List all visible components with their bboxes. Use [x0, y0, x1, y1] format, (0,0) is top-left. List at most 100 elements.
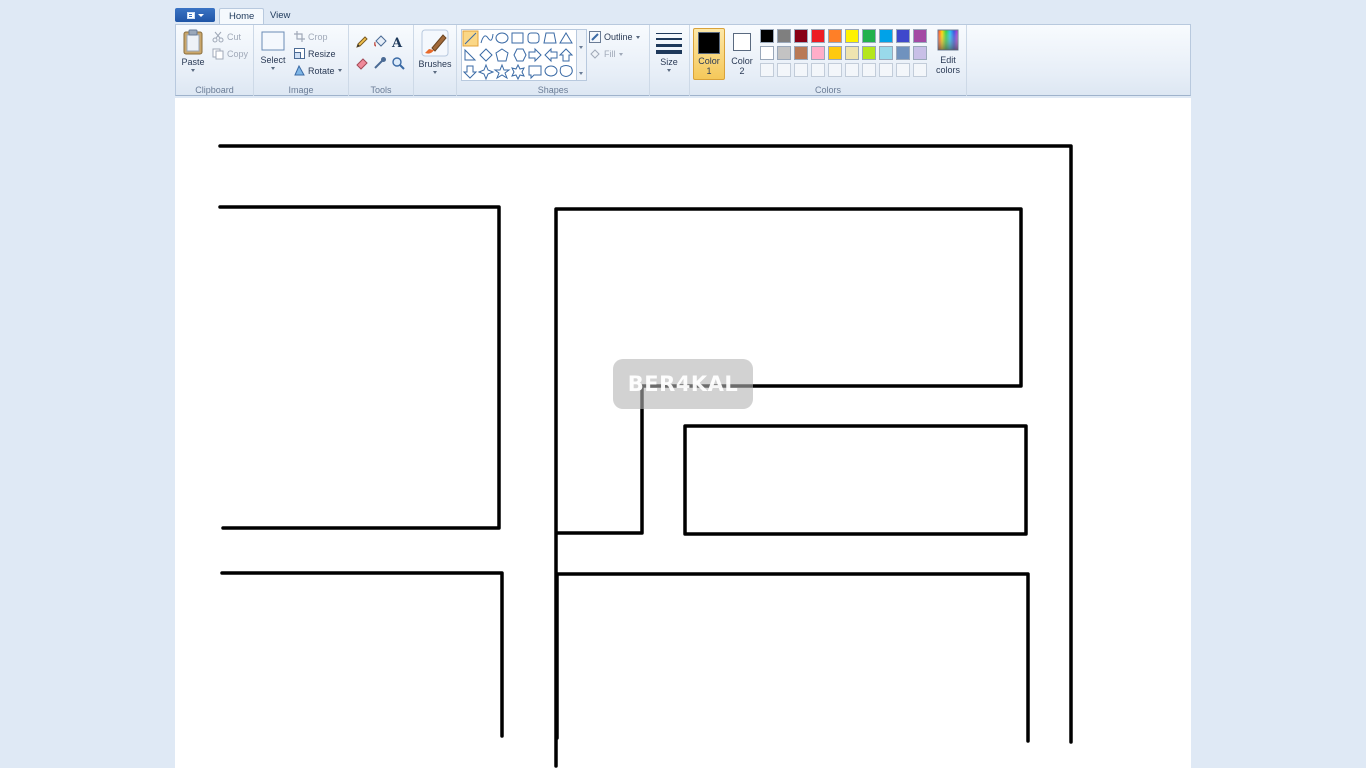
palette-custom-slot[interactable]: [794, 63, 808, 77]
color2-label-line2: 2: [739, 66, 745, 76]
six-point-star-shape-icon[interactable]: [511, 63, 525, 81]
palette-custom-slot[interactable]: [879, 63, 893, 77]
tab-view[interactable]: View: [261, 8, 299, 25]
hexagon-shape-icon[interactable]: [513, 48, 527, 62]
right-triangle-shape-icon[interactable]: [464, 48, 477, 61]
drawing-strokes: [218, 144, 1073, 768]
palette-swatch[interactable]: [760, 29, 774, 43]
size-button[interactable]: Size: [654, 31, 684, 72]
brushes-group: Brushes: [414, 25, 457, 96]
rounded-rectangle-shape-icon[interactable]: [527, 32, 540, 44]
color1-label-line1: Color: [698, 56, 720, 66]
fill-button[interactable]: Fill: [589, 48, 623, 60]
select-rectangle-icon: [261, 31, 285, 51]
palette-swatch[interactable]: [896, 46, 910, 60]
clipboard-group-label: Clipboard: [195, 85, 234, 95]
oval-callout-shape-icon[interactable]: [544, 65, 558, 77]
resize-button[interactable]: Resize: [294, 48, 336, 59]
chevron-down-icon: [667, 69, 671, 72]
copy-button[interactable]: Copy: [212, 48, 248, 60]
pentagon-shape-icon[interactable]: [495, 48, 509, 62]
palette-swatch[interactable]: [913, 46, 927, 60]
palette-swatch[interactable]: [777, 29, 791, 43]
ribbon: Paste Cut Copy Clipboard Select Crop Res…: [175, 24, 1191, 96]
fill-bucket-icon[interactable]: [373, 35, 387, 49]
magnifier-icon[interactable]: [391, 56, 405, 70]
palette-swatch[interactable]: [794, 29, 808, 43]
diamond-shape-icon[interactable]: [479, 48, 493, 62]
shapes-gallery-scrollbar[interactable]: [577, 29, 587, 81]
select-button[interactable]: Select: [260, 31, 286, 70]
rotate-button[interactable]: Rotate: [294, 65, 342, 76]
palette-swatch[interactable]: [896, 29, 910, 43]
palette-swatch[interactable]: [794, 46, 808, 60]
palette-custom-slot[interactable]: [811, 63, 825, 77]
ribbon-tab-bar: Home View: [175, 6, 1191, 25]
resize-label: Resize: [308, 48, 336, 59]
eraser-icon[interactable]: [355, 56, 369, 70]
right-arrow-shape-icon[interactable]: [528, 47, 542, 63]
palette-swatch[interactable]: [913, 29, 927, 43]
text-tool-icon[interactable]: A: [391, 35, 405, 49]
outline-button[interactable]: Outline: [589, 31, 640, 43]
oval-shape-icon[interactable]: [495, 32, 509, 44]
palette-custom-slot[interactable]: [862, 63, 876, 77]
polygon-shape-icon[interactable]: [543, 32, 557, 44]
chevron-down-icon: [191, 69, 195, 72]
crop-button[interactable]: Crop: [294, 31, 328, 42]
palette-custom-slot[interactable]: [845, 63, 859, 77]
palette-swatch[interactable]: [828, 46, 842, 60]
crop-label: Crop: [308, 31, 328, 42]
rounded-callout-shape-icon[interactable]: [528, 65, 542, 80]
chevron-down-icon: [618, 52, 623, 56]
palette-custom-slot[interactable]: [896, 63, 910, 77]
palette-custom-slot[interactable]: [777, 63, 791, 77]
palette-swatch[interactable]: [862, 46, 876, 60]
drawing-canvas[interactable]: BER4KAL: [175, 98, 1191, 768]
cut-button[interactable]: Cut: [212, 31, 241, 43]
paint-window: Home View Paste Cut Copy Clipboard Selec…: [175, 6, 1191, 768]
size-label: Size: [660, 57, 678, 67]
line-size-icon: [656, 33, 682, 54]
chevron-down-icon: [579, 46, 583, 49]
up-arrow-shape-icon[interactable]: [558, 48, 574, 62]
palette-custom-slot[interactable]: [760, 63, 774, 77]
color1-button[interactable]: Color 1: [693, 28, 725, 80]
edit-colors-button[interactable]: Edit colors: [932, 29, 964, 75]
triangle-shape-icon[interactable]: [559, 32, 573, 44]
left-arrow-shape-icon[interactable]: [544, 47, 558, 63]
palette-swatch[interactable]: [760, 46, 774, 60]
tab-home[interactable]: Home: [219, 8, 265, 25]
bottom-right-block-stroke: [555, 572, 1030, 743]
palette-swatch[interactable]: [862, 29, 876, 43]
palette-swatch[interactable]: [879, 46, 893, 60]
color2-label-line1: Color: [731, 56, 753, 66]
curve-shape-icon[interactable]: [480, 33, 494, 44]
fill-icon: [590, 49, 600, 59]
file-menu-button[interactable]: [175, 8, 215, 22]
file-menu-icon: [186, 11, 195, 19]
edit-colors-label-line2: colors: [935, 65, 960, 75]
four-point-star-shape-icon[interactable]: [477, 63, 495, 81]
palette-swatch[interactable]: [879, 29, 893, 43]
down-arrow-shape-icon[interactable]: [462, 65, 478, 79]
color-picker-icon[interactable]: [373, 56, 387, 70]
colors-group: Color 1 Color 2 Edit colors Colors: [690, 25, 967, 96]
palette-swatch[interactable]: [828, 29, 842, 43]
five-point-star-shape-icon[interactable]: [493, 63, 511, 80]
paste-button[interactable]: Paste: [180, 29, 206, 72]
shapes-group-label: Shapes: [537, 85, 569, 95]
palette-swatch[interactable]: [811, 46, 825, 60]
palette-swatch[interactable]: [845, 46, 859, 60]
palette-custom-slot[interactable]: [828, 63, 842, 77]
palette-swatch[interactable]: [777, 46, 791, 60]
color2-button[interactable]: Color 2: [727, 31, 757, 76]
pencil-icon[interactable]: [355, 35, 369, 49]
rectangle-shape-icon[interactable]: [511, 32, 524, 44]
palette-swatch[interactable]: [845, 29, 859, 43]
palette-custom-slot[interactable]: [913, 63, 927, 77]
palette-swatch[interactable]: [811, 29, 825, 43]
watermark-logo: BER4KAL: [613, 359, 753, 409]
brushes-button[interactable]: Brushes: [417, 29, 453, 74]
cloud-callout-shape-icon[interactable]: [559, 65, 573, 77]
